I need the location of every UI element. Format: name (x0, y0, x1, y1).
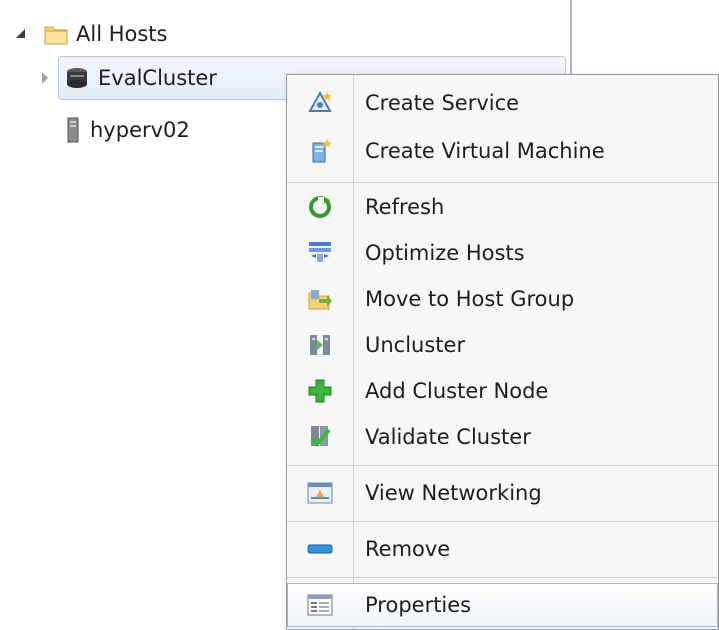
menu-item-label: View Networking (365, 481, 542, 505)
menu-item-label: Optimize Hosts (365, 241, 525, 265)
tree-node-label: hyperv02 (90, 118, 190, 142)
validate-check-icon (287, 424, 353, 450)
menu-item-label: Add Cluster Node (365, 379, 549, 403)
menu-separator (287, 521, 718, 522)
create-vm-icon (287, 138, 353, 164)
menu-separator (287, 577, 718, 578)
move-folder-icon (287, 287, 353, 311)
cluster-icon (64, 66, 90, 90)
menu-item-view-networking[interactable]: View Networking (287, 471, 718, 515)
menu-separator (287, 465, 718, 466)
context-menu: Create Service Create Virtual Machine Re… (286, 74, 719, 630)
uncluster-icon (287, 332, 353, 358)
create-service-icon (287, 91, 353, 115)
properties-icon (287, 594, 353, 616)
collapsed-arrow-icon[interactable] (38, 71, 52, 85)
menu-item-move-to-host-group[interactable]: Move to Host Group (287, 277, 718, 321)
tree-node-evalcluster[interactable]: EvalCluster (38, 58, 217, 98)
optimize-hosts-icon (287, 240, 353, 266)
menu-separator (287, 182, 718, 183)
menu-item-remove[interactable]: Remove (287, 527, 718, 571)
tree-node-label: All Hosts (76, 22, 168, 46)
menu-item-label: Validate Cluster (365, 425, 531, 449)
tree-node-label: EvalCluster (98, 66, 217, 90)
menu-item-properties[interactable]: Properties (287, 583, 718, 627)
menu-item-validate-cluster[interactable]: Validate Cluster (287, 415, 718, 459)
menu-item-label: Refresh (365, 195, 445, 219)
menu-item-uncluster[interactable]: Uncluster (287, 323, 718, 367)
menu-item-create-service[interactable]: Create Service (287, 81, 718, 125)
tree-node-hyperv02[interactable]: hyperv02 (64, 110, 190, 150)
server-icon (64, 117, 82, 143)
menu-item-optimize-hosts[interactable]: Optimize Hosts (287, 231, 718, 275)
tree-node-all-hosts[interactable]: All Hosts (14, 14, 167, 54)
add-plus-icon (287, 379, 353, 403)
menu-item-label: Move to Host Group (365, 287, 575, 311)
menu-item-add-cluster-node[interactable]: Add Cluster Node (287, 369, 718, 413)
menu-item-refresh[interactable]: Refresh (287, 185, 718, 229)
menu-item-label: Create Service (365, 91, 520, 115)
menu-item-create-vm[interactable]: Create Virtual Machine (287, 129, 718, 173)
folder-icon (44, 23, 68, 45)
refresh-icon (287, 195, 353, 219)
menu-item-label: Remove (365, 537, 451, 561)
expanded-arrow-icon[interactable] (14, 27, 28, 41)
networking-icon (287, 482, 353, 504)
menu-item-label: Properties (365, 593, 472, 617)
menu-item-label: Create Virtual Machine (365, 139, 605, 163)
remove-minus-icon (287, 543, 353, 555)
menu-item-label: Uncluster (365, 333, 466, 357)
